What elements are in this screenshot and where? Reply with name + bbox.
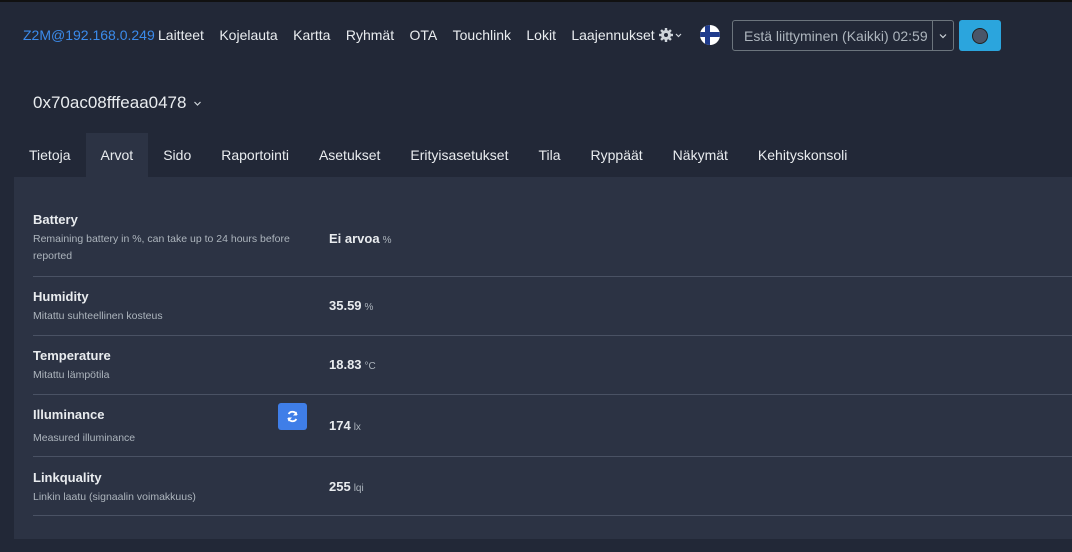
nav-dashboard[interactable]: Kojelauta — [219, 27, 277, 43]
value-reading: 35.59% — [329, 298, 374, 313]
settings-menu[interactable] — [658, 25, 686, 45]
top-navbar: Z2M@192.168.0.249 Laitteet Kojelauta Kar… — [0, 0, 1072, 66]
chevron-down-icon — [194, 101, 202, 106]
value-name: Temperature — [33, 348, 111, 363]
zigbee-icon — [972, 27, 988, 44]
value-reading: 255 lqi — [329, 479, 364, 494]
brand-link[interactable]: Z2M@192.168.0.249 — [23, 27, 155, 43]
device-title: 0x70ac08fffeaa0478 — [33, 93, 187, 112]
value-row-battery: Battery Remaining battery in %, can take… — [33, 199, 1072, 277]
main-nav: Laitteet Kojelauta Kartta Ryhmät OTA Tou… — [158, 27, 670, 43]
tab-bind[interactable]: Sido — [148, 133, 206, 177]
nav-groups[interactable]: Ryhmät — [346, 27, 394, 43]
value-row-humidity: Humidity Mitattu suhteellinen kosteus 35… — [33, 276, 1072, 336]
value-row-linkquality: Linkquality Linkin laatu (signaalin voim… — [33, 456, 1072, 516]
tab-exposes[interactable]: Arvot — [85, 133, 149, 177]
value-description: Remaining battery in %, can take up to 2… — [33, 233, 290, 262]
nav-devices[interactable]: Laitteet — [158, 27, 204, 43]
value-row-temperature: Temperature Mitattu lämpötila 18.83 °C — [33, 335, 1072, 395]
language-flag-icon[interactable] — [700, 25, 720, 45]
tab-about[interactable]: Tietoja — [14, 133, 86, 177]
value-description: Mitattu lämpötila — [33, 369, 110, 381]
value-description: Mitattu suhteellinen kosteus — [33, 310, 163, 322]
tab-dev-console[interactable]: Kehityskonsoli — [743, 133, 863, 177]
value-name: Linkquality — [33, 470, 102, 485]
tab-reporting[interactable]: Raportointi — [206, 133, 304, 177]
permit-join-control: Estä liittyminen (Kaikki) 02:59 — [732, 20, 954, 51]
value-name: Humidity — [33, 289, 89, 304]
value-name: Illuminance — [33, 407, 105, 422]
value-description: Measured illuminance — [33, 432, 136, 444]
value-row-illuminance: Illuminance Measured illuminance 174 lx — [33, 394, 1072, 457]
device-tabs: Tietoja Arvot Sido Raportointi Asetukset… — [14, 133, 862, 177]
exposes-panel: Battery Remaining battery in %, can take… — [14, 177, 1072, 539]
value-reading: 18.83 °C — [329, 357, 376, 372]
tab-clusters[interactable]: Ryppäät — [576, 133, 658, 177]
tab-specific-settings[interactable]: Erityisasetukset — [395, 133, 523, 177]
value-name: Battery — [33, 212, 78, 227]
permit-join-button[interactable]: Estä liittyminen (Kaikki) 02:59 — [733, 28, 932, 44]
gear-icon — [659, 28, 682, 42]
tab-state[interactable]: Tila — [523, 133, 575, 177]
value-reading: 174 lx — [329, 418, 361, 433]
value-reading: Ei arvoa% — [329, 231, 392, 246]
device-selector[interactable]: 0x70ac08fffeaa0478 — [33, 93, 202, 113]
refresh-icon — [287, 410, 298, 423]
nav-map[interactable]: Kartta — [293, 27, 330, 43]
restart-button[interactable] — [959, 20, 1001, 51]
tab-scenes[interactable]: Näkymät — [658, 133, 743, 177]
nav-touchlink[interactable]: Touchlink — [453, 27, 511, 43]
nav-logs[interactable]: Lokit — [526, 27, 556, 43]
chevron-down-icon — [939, 33, 947, 38]
nav-ota[interactable]: OTA — [409, 27, 437, 43]
tab-settings[interactable]: Asetukset — [304, 133, 395, 177]
value-description: Linkin laatu (signaalin voimakkuus) — [33, 491, 196, 503]
nav-extensions[interactable]: Laajennukset — [571, 27, 654, 43]
permit-join-dropdown[interactable] — [932, 21, 953, 50]
refresh-button[interactable] — [278, 403, 307, 430]
